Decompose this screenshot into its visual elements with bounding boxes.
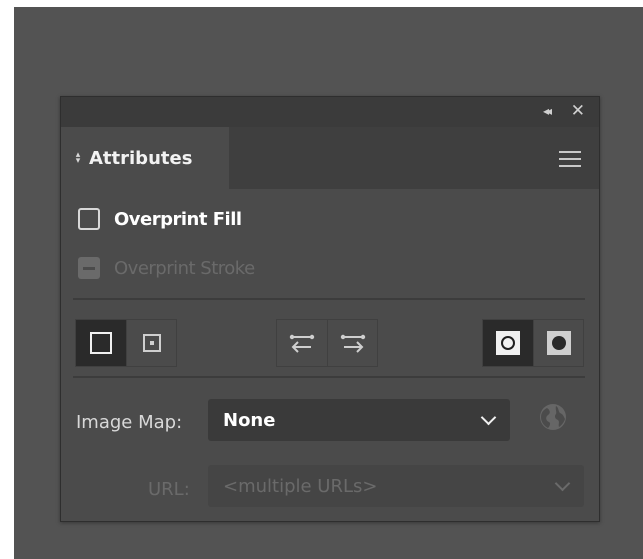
even-odd-fill-rule-button[interactable] [533,320,583,366]
center-point-button-group [75,319,177,367]
chevron-down-icon [480,409,497,426]
image-map-value: None [223,410,276,431]
overprint-stroke-row: Overprint Stroke [78,257,255,279]
image-map-label: Image Map: [76,412,183,433]
chevron-down-icon [554,475,571,492]
divider [73,376,585,378]
hamburger-menu-icon[interactable] [559,151,581,167]
overprint-stroke-checkbox [78,257,100,279]
tab-attributes[interactable]: ▴ ▾ Attributes [61,127,229,189]
reverse-path-direction-on-button[interactable] [327,320,377,366]
collapse-panel-icon[interactable]: ◂◂ [543,104,552,118]
up-down-arrows-icon[interactable]: ▴ ▾ [74,151,82,166]
url-label: URL: [148,479,190,500]
reverse-direction-off-icon [289,334,315,353]
non-zero-winding-fill-rule-button[interactable] [483,320,533,366]
non-zero-winding-icon [496,331,520,355]
globe-icon [540,404,566,430]
reverse-path-direction-off-button[interactable] [277,320,327,366]
attributes-panel: ◂◂ ✕ ▴ ▾ Attributes Overprint Fill Overpr… [60,96,600,522]
overprint-fill-row[interactable]: Overprint Fill [78,208,242,230]
tab-attributes-label: Attributes [89,147,193,169]
path-direction-button-group [276,319,378,367]
url-select: <multiple URLs> [208,465,584,507]
fill-rule-button-group [482,319,584,367]
show-center-point-button[interactable] [126,320,176,366]
hide-center-point-button[interactable] [76,320,126,366]
panel-tabstrip: ▴ ▾ Attributes [61,127,599,189]
square-icon [90,332,112,354]
overprint-fill-checkbox[interactable] [78,208,100,230]
close-icon[interactable]: ✕ [571,101,585,121]
reverse-direction-on-icon [340,334,365,353]
even-odd-icon [546,331,571,355]
url-value: <multiple URLs> [223,476,378,497]
overprint-fill-label: Overprint Fill [114,208,242,230]
center-point-icon [142,334,161,352]
panel-titlebar[interactable]: ◂◂ ✕ [61,97,599,127]
divider [73,298,585,300]
image-map-select[interactable]: None [208,399,510,441]
overprint-stroke-label: Overprint Stroke [114,257,255,279]
